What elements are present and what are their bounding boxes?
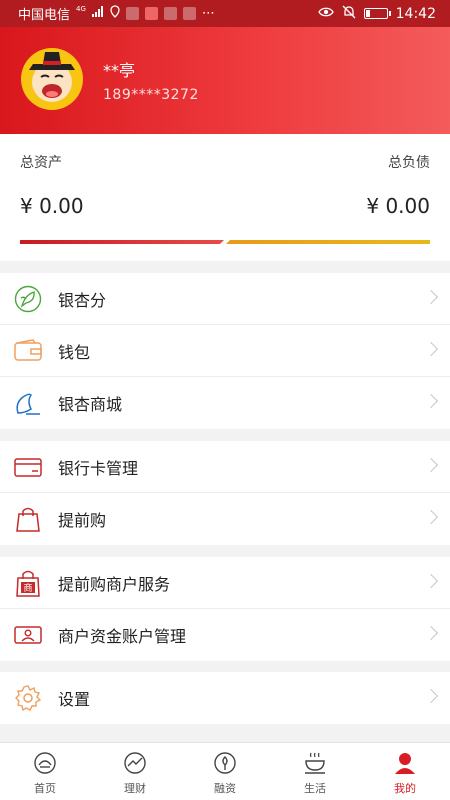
settings-gear-icon [13, 684, 43, 712]
nav-tab-life[interactable]: 生活 [270, 743, 360, 800]
finance-icon [122, 750, 148, 776]
eye-comfort-icon [317, 6, 334, 22]
menu-item-label: 提前购 [58, 511, 107, 530]
more-notifications-icon: ⋯ [201, 6, 215, 21]
menu-group-settings: 设置 [0, 672, 450, 724]
nav-tab-financing[interactable]: 融资 [180, 743, 270, 800]
financing-icon [212, 750, 238, 776]
ginkgo-leaf-icon [13, 285, 43, 313]
app-notification-icon [163, 7, 177, 20]
menu-item-label: 银杏分 [58, 290, 107, 310]
clock: 14:42 [395, 5, 436, 22]
menu-item-advance-purchase[interactable]: 提前购 [0, 493, 450, 545]
menu-item-ginkgo-points[interactable]: 银杏分 [0, 273, 450, 325]
profile-icon [392, 750, 418, 776]
chevron-right-icon [423, 341, 439, 357]
app-notification-icon [125, 7, 139, 20]
menu-item-label: 提前购商户服务 [58, 574, 171, 594]
menu-item-merchant-service[interactable]: 商 提前购商户服务 [0, 557, 450, 609]
nav-tab-profile[interactable]: 我的 [360, 743, 450, 800]
total-assets-value[interactable]: ¥ 0.00 [20, 194, 84, 218]
assets-bar [20, 240, 224, 244]
chevron-right-icon [423, 393, 439, 409]
nav-tab-home[interactable]: 首页 [0, 743, 90, 800]
liabilities-bar [226, 240, 430, 244]
menu-item-ginkgo-mall[interactable]: 银杏商城 [0, 377, 450, 429]
chevron-right-icon [423, 509, 439, 525]
status-bar: 中国电信 4G ⋯ 14:42 [0, 0, 450, 27]
nav-label: 首页 [34, 782, 56, 795]
bank-card-icon [13, 453, 43, 481]
menu-item-settings[interactable]: 设置 [0, 672, 450, 724]
nav-tab-finance[interactable]: 理财 [90, 743, 180, 800]
menu-item-bank-cards[interactable]: 银行卡管理 [0, 441, 450, 493]
location-icon [110, 5, 120, 22]
total-liabilities-label: 总负债 [388, 155, 430, 171]
merchant-service-icon: 商 [13, 569, 43, 597]
menu-group-cards: 银行卡管理 提前购 [0, 441, 450, 545]
life-icon [302, 750, 328, 776]
menu-item-merchant-account[interactable]: 商户资金账户管理 [0, 609, 450, 661]
chevron-right-icon [423, 289, 439, 305]
menu-item-label: 银行卡管理 [58, 458, 139, 478]
mute-bell-icon [342, 5, 356, 23]
carrier-name: 中国电信 [18, 8, 71, 23]
bottom-navigation: 首页 理财 融资 生活 我的 [0, 742, 450, 800]
chevron-right-icon [423, 457, 439, 473]
mall-icon [13, 389, 43, 417]
nav-label: 我的 [394, 782, 416, 795]
nav-label: 生活 [304, 782, 326, 795]
shopping-bag-icon [13, 505, 43, 533]
profile-header[interactable]: **亭 189****3272 [0, 27, 450, 134]
wallet-icon [13, 337, 43, 365]
menu-item-label: 银杏商城 [58, 395, 123, 414]
total-assets-label: 总资产 [20, 155, 62, 171]
merchant-account-icon [13, 621, 43, 649]
nav-label: 融资 [214, 782, 236, 795]
nav-label: 理财 [124, 782, 146, 795]
user-phone: 189****3272 [103, 87, 199, 103]
chevron-right-icon [423, 573, 439, 589]
app-notification-icon [144, 7, 158, 20]
menu-item-wallet[interactable]: 钱包 [0, 325, 450, 377]
user-name: **亭 [103, 61, 136, 80]
menu-item-label: 商户资金账户管理 [58, 627, 187, 646]
menu-item-label: 设置 [58, 690, 91, 709]
chevron-right-icon [423, 625, 439, 641]
menu-item-label: 钱包 [58, 342, 91, 362]
signal-icon [91, 6, 104, 21]
merchant-badge: 商 [23, 582, 32, 594]
app-notification-icon [182, 7, 196, 20]
assets-summary: 总资产 总负债 ¥ 0.00 ¥ 0.00 [0, 134, 450, 261]
battery-icon [363, 8, 391, 19]
chevron-right-icon [423, 688, 439, 704]
menu-group-wealth: 银杏分 钱包 银杏商城 [0, 273, 450, 429]
network-type: 4G [76, 4, 86, 13]
menu-group-merchant: 商 提前购商户服务 商户资金账户管理 [0, 557, 450, 661]
avatar[interactable] [21, 48, 83, 110]
total-liabilities-value[interactable]: ¥ 0.00 [366, 194, 430, 218]
home-icon [32, 750, 58, 776]
